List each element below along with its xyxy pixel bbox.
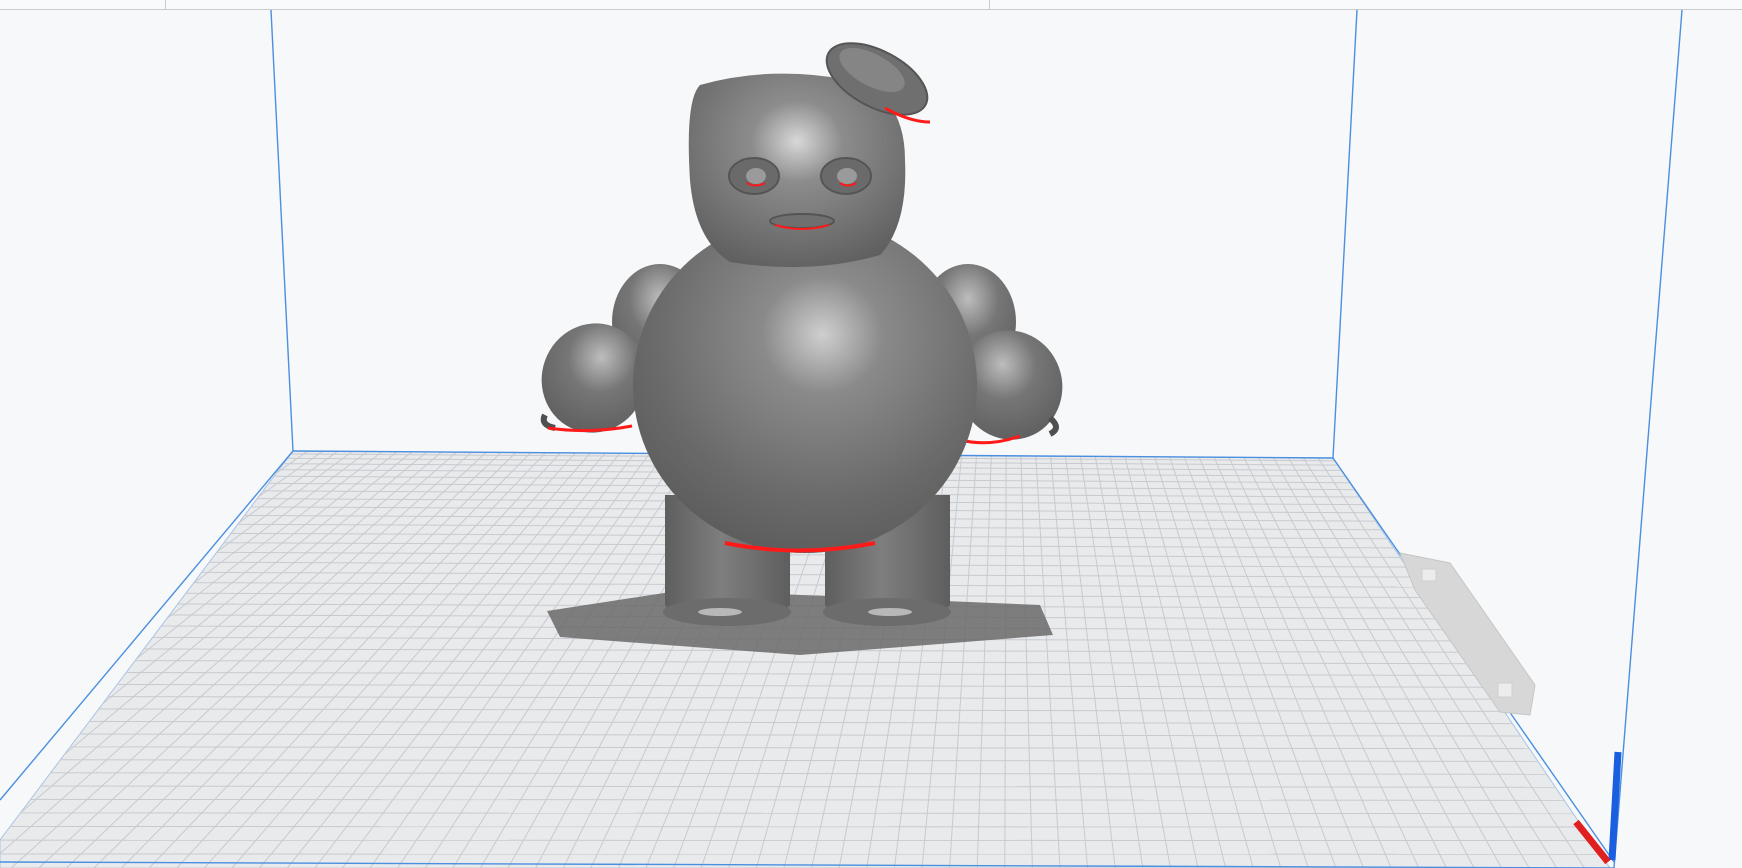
build-volume-scene[interactable] [0, 0, 1742, 868]
model-body [633, 217, 977, 553]
axis-z-line [1608, 751, 1622, 861]
3d-viewport[interactable] [0, 0, 1742, 868]
